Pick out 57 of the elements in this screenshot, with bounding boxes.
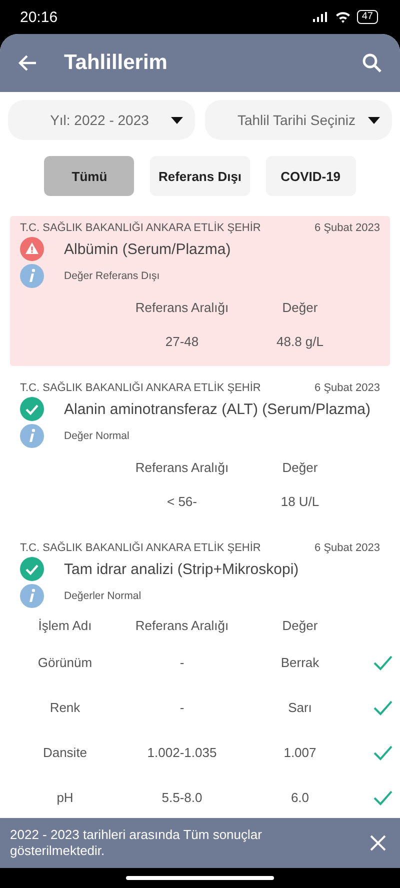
table-cell-text: 1.002-1.035 bbox=[146, 744, 218, 762]
column-header: Değer bbox=[281, 298, 319, 317]
check-circle-icon bbox=[20, 557, 44, 581]
table-cell-text: Görünüm bbox=[36, 654, 94, 672]
close-icon[interactable] bbox=[370, 835, 386, 851]
caret-icon bbox=[368, 116, 380, 124]
test-name: Alanin aminotransferaz (ALT) (Serum/Plazma) bbox=[64, 400, 370, 418]
table-cell-text: Renk bbox=[48, 699, 82, 717]
signal-icon bbox=[312, 12, 329, 22]
column-header: Değer bbox=[281, 458, 319, 477]
table-cell-text: Berrak bbox=[280, 654, 320, 672]
filter-tab[interactable]: Referans Dışı bbox=[150, 156, 250, 196]
table-cell-text: 18 U/L bbox=[280, 492, 320, 510]
hospital-name: T.C. SAĞLIK BAKANLIĞI ANKARA ETLİK ŞEHİR bbox=[20, 222, 261, 234]
status-time: 20:16 bbox=[20, 8, 58, 26]
table-cell-text: 5.5-8.0 bbox=[160, 789, 204, 807]
table-cell-text: 27-48 bbox=[164, 332, 200, 350]
result-note: Değer Normal bbox=[64, 430, 130, 442]
table-cell-text: 6.0 bbox=[290, 789, 310, 807]
warning-icon bbox=[20, 237, 44, 261]
hospital-name: T.C. SAĞLIK BAKANLIĞI ANKARA ETLİK ŞEHİR bbox=[20, 382, 261, 394]
dropdown[interactable]: Tahlil Tarihi Seçiniz bbox=[205, 100, 392, 140]
hospital-name: T.C. SAĞLIK BAKANLIĞI ANKARA ETLİK ŞEHİR bbox=[20, 542, 261, 554]
result-date: 6 Şubat 2023 bbox=[314, 542, 380, 554]
table-cell-text: < 56- bbox=[166, 492, 198, 510]
info-icon[interactable] bbox=[20, 424, 44, 448]
result-note: Değer Referans Dışı bbox=[64, 270, 160, 282]
column-header: Referans Aralığı bbox=[134, 458, 230, 477]
table-cell-text: 1.007 bbox=[282, 744, 318, 762]
result-note: Değerler Normal bbox=[64, 590, 142, 602]
snackbar-message: 2022 - 2023 tarihleri arasında Tüm sonuçlar gösterilmektedir. bbox=[10, 827, 263, 859]
filter-tab[interactable]: COVID-19 bbox=[266, 156, 356, 196]
wifi-icon bbox=[334, 11, 351, 23]
column-header: İşlem Adı bbox=[37, 616, 93, 635]
column-header: Referans Aralığı bbox=[134, 616, 230, 635]
filter-tab[interactable]: Tümü bbox=[44, 156, 134, 196]
table-cell-text: Dansite bbox=[42, 744, 88, 762]
page-title: Tahlillerim bbox=[64, 51, 168, 75]
table-cell-text: - bbox=[178, 654, 186, 672]
test-name: Albümin (Serum/Plazma) bbox=[64, 240, 231, 258]
test-name: Tam idrar analizi (Strip+Mikroskopi) bbox=[64, 560, 299, 578]
column-header: Referans Aralığı bbox=[134, 298, 230, 317]
table-cell-text: - bbox=[178, 699, 186, 717]
result-date: 6 Şubat 2023 bbox=[314, 222, 380, 234]
column-header: Değer bbox=[281, 616, 319, 635]
info-icon[interactable] bbox=[20, 584, 44, 608]
result-date: 6 Şubat 2023 bbox=[314, 382, 380, 394]
table-cell-text: Sarı bbox=[287, 699, 313, 717]
table-cell-text: pH bbox=[56, 789, 74, 807]
caret-icon bbox=[171, 116, 183, 124]
table-cell-text: 48.8 g/L bbox=[276, 332, 324, 351]
back-arrow-icon[interactable] bbox=[18, 53, 38, 73]
dropdown[interactable]: Yıl: 2022 - 2023 bbox=[8, 100, 195, 140]
check-circle-icon bbox=[20, 397, 44, 421]
search-icon[interactable] bbox=[362, 53, 382, 73]
battery-indicator: 47 bbox=[356, 10, 378, 24]
info-icon[interactable] bbox=[20, 264, 44, 288]
